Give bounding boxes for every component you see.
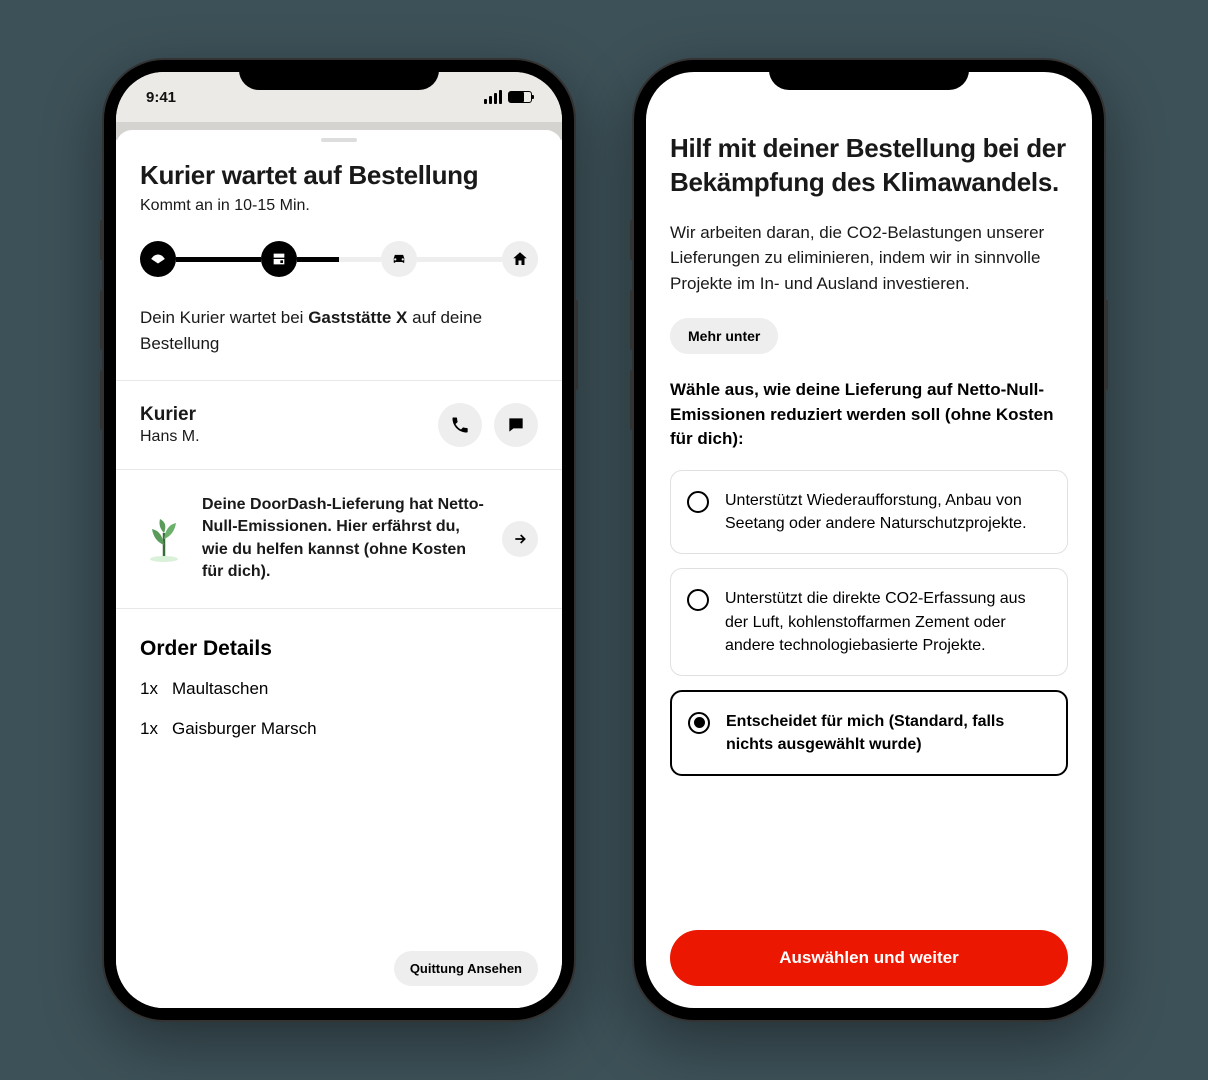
radio-icon xyxy=(687,491,709,513)
status-time: 9:41 xyxy=(146,89,176,106)
progress-step-delivered xyxy=(502,241,538,277)
delivery-progress xyxy=(140,241,538,277)
radio-icon xyxy=(688,712,710,734)
order-details-title: Order Details xyxy=(140,637,538,661)
climate-title: Hilf mit deiner Bestellung bei der Bekäm… xyxy=(670,132,1068,200)
order-status-sheet: Kurier wartet auf Bestellung Kommt an in… xyxy=(116,130,562,1008)
select-and-continue-button[interactable]: Auswählen und weiter xyxy=(670,930,1068,986)
eta-subtitle: Kommt an in 10-15 Min. xyxy=(140,197,538,215)
chat-icon xyxy=(506,415,526,435)
status-message: Dein Kurier wartet bei Gaststätte X auf … xyxy=(140,305,538,356)
choose-label: Wähle aus, wie deine Lieferung auf Netto… xyxy=(670,378,1068,452)
option-reforestation[interactable]: Unterstützt Wiederaufforstung, Anbau von… xyxy=(670,470,1068,554)
phone-right: Hilf mit deiner Bestellung bei der Bekäm… xyxy=(634,60,1104,1020)
page-title: Kurier wartet auf Bestellung xyxy=(140,160,538,191)
courier-section: Kurier Hans M. xyxy=(140,381,538,469)
climate-body: Wir arbeiten daran, die CO2-Belastungen … xyxy=(670,220,1068,297)
order-item: 1x Gaisburger Marsch xyxy=(140,719,538,739)
learn-more-button[interactable]: Mehr unter xyxy=(670,318,778,354)
eco-info-card[interactable]: Deine DoorDash-Lieferung hat Netto-Null-… xyxy=(140,470,538,608)
call-courier-button[interactable] xyxy=(438,403,482,447)
progress-step-pickup xyxy=(381,241,417,277)
courier-name: Hans M. xyxy=(140,428,200,446)
eco-arrow-button[interactable] xyxy=(502,521,538,557)
option-decide-for-me[interactable]: Entscheidet für mich (Standard, falls ni… xyxy=(670,690,1068,776)
signal-icon xyxy=(484,90,502,104)
view-receipt-button[interactable]: Quittung Ansehen xyxy=(394,951,538,986)
phone-icon xyxy=(450,415,470,435)
battery-icon xyxy=(508,91,532,103)
progress-step-ordered xyxy=(140,241,176,277)
sheet-grab-handle[interactable] xyxy=(321,138,357,142)
radio-icon xyxy=(687,589,709,611)
eco-info-text: Deine DoorDash-Lieferung hat Netto-Null-… xyxy=(202,494,488,584)
courier-label: Kurier xyxy=(140,404,200,426)
message-courier-button[interactable] xyxy=(494,403,538,447)
plant-icon xyxy=(140,515,188,563)
option-carbon-capture[interactable]: Unterstützt die direkte CO2-Erfassung au… xyxy=(670,568,1068,676)
arrow-right-icon xyxy=(512,531,528,547)
order-item: 1x Maultaschen xyxy=(140,679,538,699)
climate-screen: Hilf mit deiner Bestellung bei der Bekäm… xyxy=(646,72,1092,1008)
phone-left: 9:41 Kurier wartet auf Bestellung Kommt … xyxy=(104,60,574,1020)
progress-step-preparing xyxy=(261,241,297,277)
